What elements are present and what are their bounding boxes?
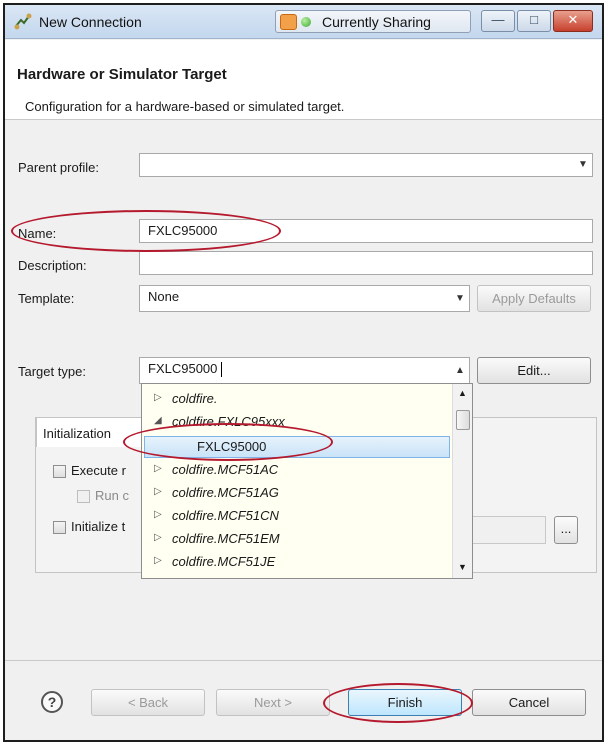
target-type-value: FXLC95000 xyxy=(148,361,218,376)
description-input[interactable] xyxy=(139,251,593,275)
sharing-status-dot-icon xyxy=(301,17,311,27)
share-app-icon xyxy=(280,14,297,30)
page-description: Configuration for a hardware-based or si… xyxy=(25,99,345,114)
list-item[interactable]: ▷ coldfire.MCF51CN xyxy=(142,506,451,528)
sharing-indicator[interactable]: Currently Sharing xyxy=(275,10,471,33)
target-type-combo[interactable]: FXLC95000 ▲ xyxy=(139,357,470,384)
scrollbar-thumb[interactable] xyxy=(456,410,470,430)
close-icon: ✕ xyxy=(567,12,579,27)
name-input[interactable]: FXLC95000 xyxy=(139,219,593,243)
expand-triangle-icon: ▷ xyxy=(154,532,162,543)
cancel-button[interactable]: Cancel xyxy=(472,689,586,716)
title-bar: New Connection Currently Sharing — □ ✕ xyxy=(5,5,602,39)
page-title: Hardware or Simulator Target xyxy=(17,66,227,83)
expand-triangle-icon: ▷ xyxy=(154,392,162,403)
finish-button[interactable]: Finish xyxy=(348,689,462,716)
collapse-triangle-icon: ◢ xyxy=(154,415,162,426)
next-button[interactable]: Next > xyxy=(216,689,330,716)
initialize-checkbox-label: Initialize t xyxy=(71,519,126,534)
template-label: Template: xyxy=(18,291,75,306)
list-item[interactable]: ▷ coldfire.MCF51AG xyxy=(142,483,451,505)
target-type-dropdown-list: ▷ coldfire. ◢ coldfire.FXLC95xxx FXLC950… xyxy=(141,383,473,579)
footer-separator xyxy=(5,660,602,661)
run-checkbox-label: Run c xyxy=(95,488,129,503)
list-item[interactable]: ▷ coldfire. xyxy=(142,389,451,411)
dropdown-scrollbar[interactable]: ▲ ▼ xyxy=(452,384,472,578)
list-item[interactable]: ▷ coldfire.MCF51JE xyxy=(142,552,451,574)
execute-checkbox[interactable] xyxy=(53,465,66,478)
parent-profile-label: Parent profile: xyxy=(18,160,99,175)
description-label: Description: xyxy=(18,258,87,273)
chevron-up-icon: ▲ xyxy=(455,365,465,376)
expand-triangle-icon: ▷ xyxy=(154,463,162,474)
expand-triangle-icon: ▷ xyxy=(154,555,162,566)
connection-app-icon xyxy=(13,12,33,32)
minimize-icon: — xyxy=(491,12,505,27)
dialog-header: Hardware or Simulator Target Configurati… xyxy=(5,40,602,120)
template-value: None xyxy=(148,289,180,304)
close-button[interactable]: ✕ xyxy=(553,10,593,32)
list-item[interactable]: ▷ coldfire.MCF51EM xyxy=(142,529,451,551)
expand-triangle-icon: ▷ xyxy=(154,509,162,520)
target-type-label: Target type: xyxy=(18,364,86,379)
initialize-checkbox[interactable] xyxy=(53,521,66,534)
maximize-icon: □ xyxy=(530,12,538,27)
minimize-button[interactable]: — xyxy=(481,10,515,32)
list-item[interactable]: ◢ coldfire.FXLC95xxx xyxy=(142,412,451,434)
help-icon[interactable]: ? xyxy=(41,691,63,713)
apply-defaults-button[interactable]: Apply Defaults xyxy=(477,285,591,312)
scroll-down-icon[interactable]: ▼ xyxy=(458,562,467,572)
back-button[interactable]: < Back xyxy=(91,689,205,716)
list-item-selected[interactable]: FXLC95000 xyxy=(144,436,450,458)
parent-profile-select[interactable]: ▼ xyxy=(139,153,593,177)
list-item[interactable]: ▷ coldfire.MCF51AC xyxy=(142,460,451,482)
execute-checkbox-label: Execute r xyxy=(71,463,126,478)
template-select[interactable]: None ▼ xyxy=(139,285,470,312)
name-label: Name: xyxy=(18,226,57,241)
maximize-button[interactable]: □ xyxy=(517,10,551,32)
browse-button[interactable]: ... xyxy=(554,516,578,544)
name-value: FXLC95000 xyxy=(148,223,218,238)
run-checkbox[interactable] xyxy=(77,490,90,503)
new-connection-dialog: New Connection Currently Sharing — □ ✕ H… xyxy=(3,3,604,742)
window-title: New Connection xyxy=(39,14,142,30)
expand-triangle-icon: ▷ xyxy=(154,486,162,497)
chevron-down-icon: ▼ xyxy=(455,293,465,304)
text-caret xyxy=(221,362,223,378)
sharing-status-text: Currently Sharing xyxy=(322,14,431,30)
edit-button[interactable]: Edit... xyxy=(477,357,591,384)
tab-initialization[interactable]: Initialization xyxy=(36,417,144,447)
chevron-down-icon: ▼ xyxy=(578,159,588,170)
scroll-up-icon[interactable]: ▲ xyxy=(458,388,467,398)
